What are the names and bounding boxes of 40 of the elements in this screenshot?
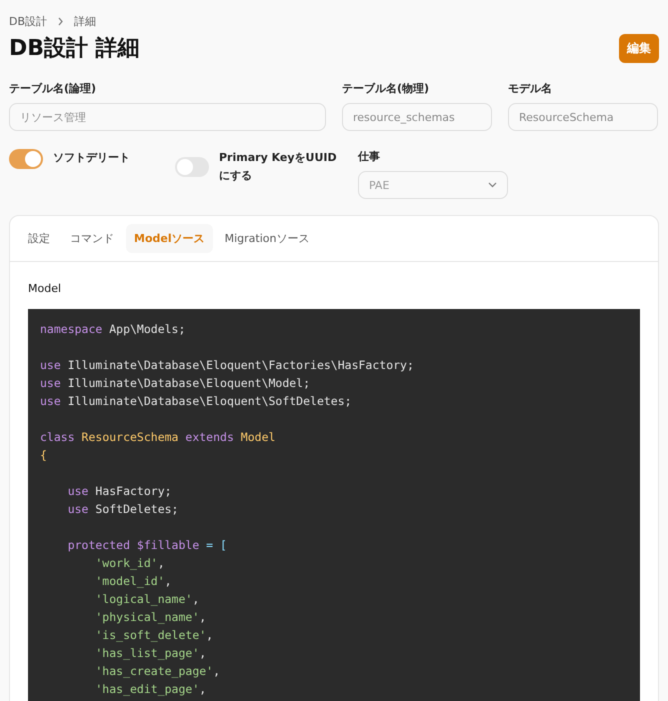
field-label: テーブル名(論理) — [9, 81, 98, 96]
code-line: use SoftDeletes; — [66, 501, 180, 518]
field-label: 仕事 — [358, 149, 381, 164]
chevron-down-icon — [488, 182, 497, 188]
code-line: class ResourceSchema extends Model — [40, 429, 276, 446]
toggle-label: Primary KeyをUUIDにする — [219, 150, 338, 184]
chevron-right-icon — [57, 17, 64, 26]
code-line: 'logical_name', — [94, 591, 200, 608]
code-line: 'physical_name', — [94, 609, 208, 626]
tab[interactable]: 設定 — [20, 224, 58, 253]
breadcrumb-current: 詳細 — [74, 14, 96, 29]
code-line: 'has_edit_page', — [94, 681, 208, 698]
code-line: namespace App\Models; — [40, 321, 186, 338]
code-line: use Illuminate\Database\Eloquent\SoftDeletes; — [40, 393, 353, 410]
page-title: DB設計 詳細 — [9, 35, 140, 63]
code-line: use Illuminate\Database\Eloquent\Factories\HasFactory; — [40, 357, 415, 374]
toggle-switch[interactable] — [9, 149, 43, 169]
input-field[interactable]: リソース管理 — [9, 103, 326, 131]
edit-button[interactable]: 編集 — [619, 34, 659, 62]
section-label: Model — [28, 282, 62, 295]
tab[interactable]: Migrationソース — [216, 224, 318, 253]
code-line: 'model_id', — [94, 573, 173, 590]
breadcrumb-link[interactable]: DB設計 — [9, 14, 48, 29]
code-line: 'has_create_page', — [94, 663, 222, 680]
code-line: 'is_soft_delete', — [94, 627, 214, 644]
code-line: { — [40, 447, 48, 464]
input-field[interactable]: ResourceSchema — [508, 103, 658, 131]
toggle-label: ソフトデリート — [53, 150, 130, 166]
code-line: 'has_list_page', — [94, 645, 208, 662]
select-field[interactable]: PAE — [358, 171, 508, 199]
toggle-switch[interactable] — [175, 157, 209, 177]
code-line: use Illuminate\Database\Eloquent\Model; — [40, 375, 312, 392]
tab[interactable]: Modelソース — [126, 224, 213, 253]
field-label: モデル名 — [508, 81, 553, 96]
input-field[interactable]: resource_schemas — [342, 103, 492, 131]
code-line: 'work_id', — [94, 555, 166, 572]
field-label: テーブル名(物理) — [342, 81, 430, 96]
code-line: use HasFactory; — [66, 483, 173, 500]
tab[interactable]: コマンド — [62, 224, 122, 253]
code-line: protected $fillable = [ — [66, 537, 228, 554]
